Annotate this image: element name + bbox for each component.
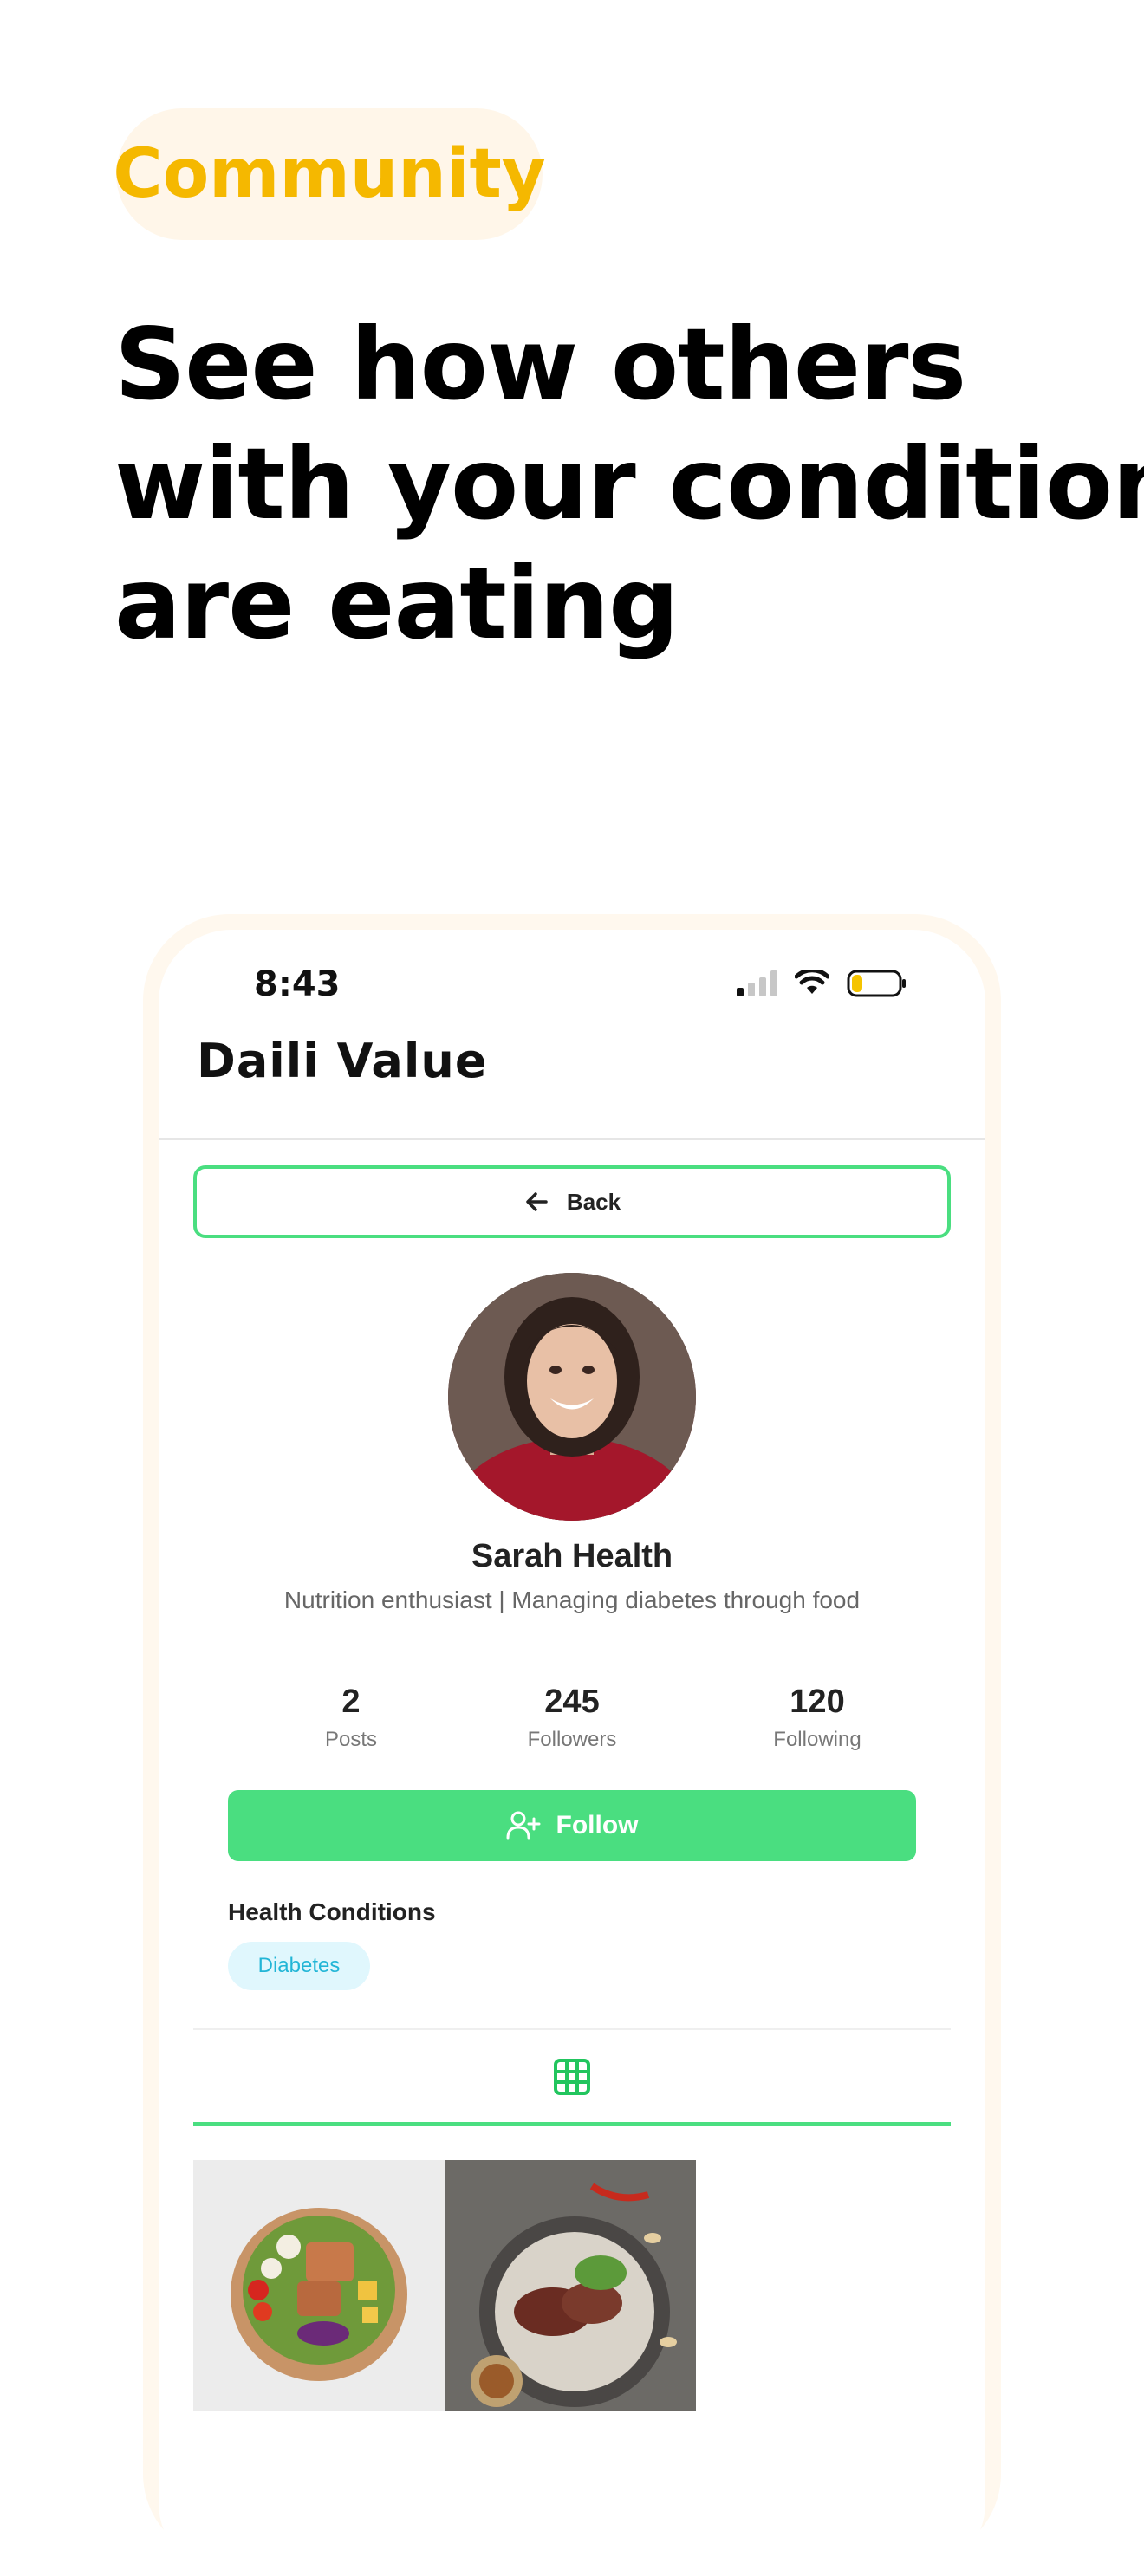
- user-plus-icon: [506, 1811, 540, 1840]
- arrow-left-icon: [526, 1192, 548, 1211]
- phone-screen: 8:43 Daili Value Back Sarah Health Nutri…: [159, 930, 985, 2576]
- post-thumbnail[interactable]: [193, 2160, 445, 2411]
- headline-line-2: with your condition: [114, 426, 1144, 542]
- avatar: [448, 1273, 696, 1521]
- status-icons: [737, 969, 907, 998]
- stat-value: 120: [790, 1684, 845, 1720]
- section-divider: [193, 2028, 951, 2030]
- post-thumbnail[interactable]: [445, 2160, 696, 2411]
- header-divider: [159, 1138, 985, 1140]
- wifi-icon: [795, 970, 829, 994]
- stat-value: 245: [544, 1684, 600, 1720]
- status-time: 8:43: [254, 964, 341, 1004]
- steak-plate-image: [445, 2160, 696, 2411]
- follow-button[interactable]: Follow: [228, 1790, 916, 1861]
- stat-followers[interactable]: 245 Followers: [459, 1684, 685, 1752]
- grid-icon[interactable]: [551, 2056, 593, 2098]
- app-logo: Daili Value: [197, 1034, 488, 1088]
- follow-label: Follow: [556, 1811, 639, 1840]
- profile-name: Sarah Health: [471, 1538, 673, 1574]
- back-button[interactable]: Back: [193, 1165, 951, 1238]
- stat-value: 2: [341, 1684, 361, 1720]
- salad-bowl-image: [193, 2160, 445, 2411]
- stat-label: Posts: [324, 1728, 378, 1751]
- avatar-photo: [448, 1273, 696, 1521]
- promo-headline: See how others with your condition are e…: [114, 305, 1144, 664]
- stat-posts[interactable]: 2 Posts: [238, 1684, 464, 1752]
- tab-underline: [193, 2122, 951, 2126]
- stat-label: Following: [773, 1728, 861, 1751]
- stat-label: Followers: [527, 1728, 617, 1751]
- back-label: Back: [566, 1188, 621, 1215]
- health-conditions-title: Health Conditions: [228, 1898, 436, 1925]
- stat-following[interactable]: 120 Following: [705, 1684, 930, 1752]
- condition-tag[interactable]: Diabetes: [228, 1942, 370, 1990]
- community-badge: Community: [113, 108, 546, 240]
- headline-line-3: are eating: [114, 546, 679, 661]
- headline-line-1: See how others: [114, 307, 966, 422]
- profile-bio: Nutrition enthusiast | Managing diabetes…: [283, 1586, 861, 1613]
- battery-icon: [847, 970, 906, 997]
- signal-icon: [737, 970, 777, 996]
